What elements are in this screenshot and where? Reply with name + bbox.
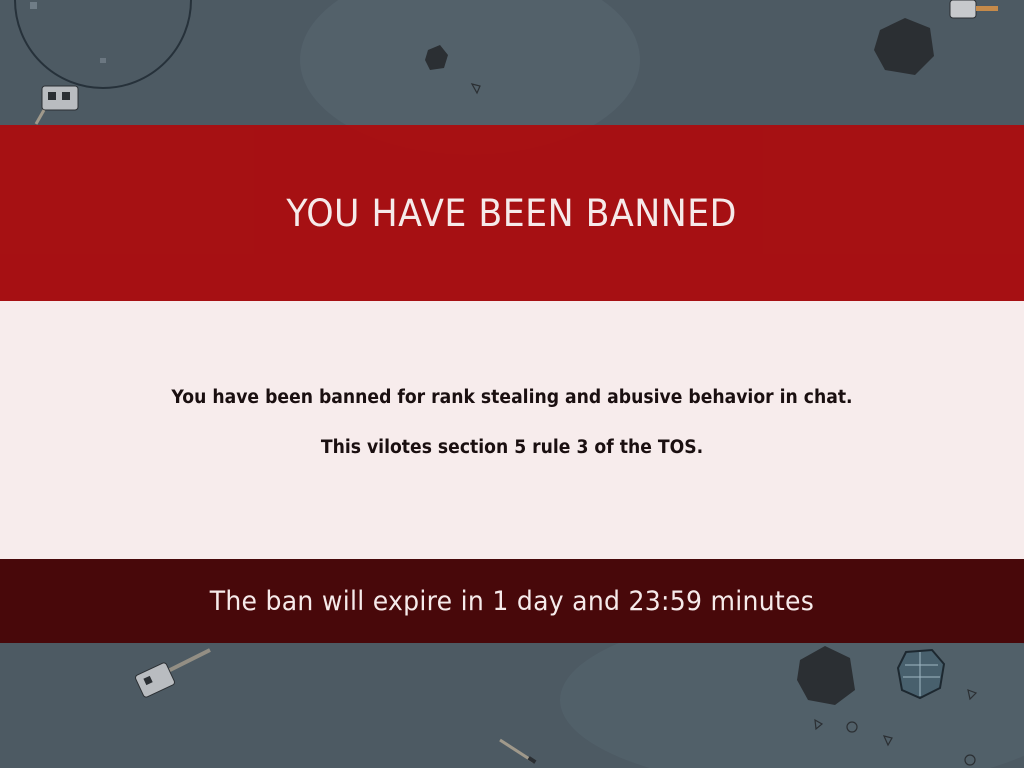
ban-message-panel: You have been banned for rank stealing a… [0, 301, 1024, 559]
ban-expiry-text: The ban will expire in 1 day and 23:59 m… [209, 585, 815, 617]
ban-reason-text: You have been banned for rank stealing a… [171, 387, 853, 408]
ban-title-banner: YOU HAVE BEEN BANNED [0, 125, 1024, 301]
ban-expiry-banner: The ban will expire in 1 day and 23:59 m… [0, 559, 1024, 643]
ban-rule-reference-text: This vilotes section 5 rule 3 of the TOS… [320, 437, 704, 458]
ban-title: YOU HAVE BEEN BANNED [286, 191, 738, 235]
